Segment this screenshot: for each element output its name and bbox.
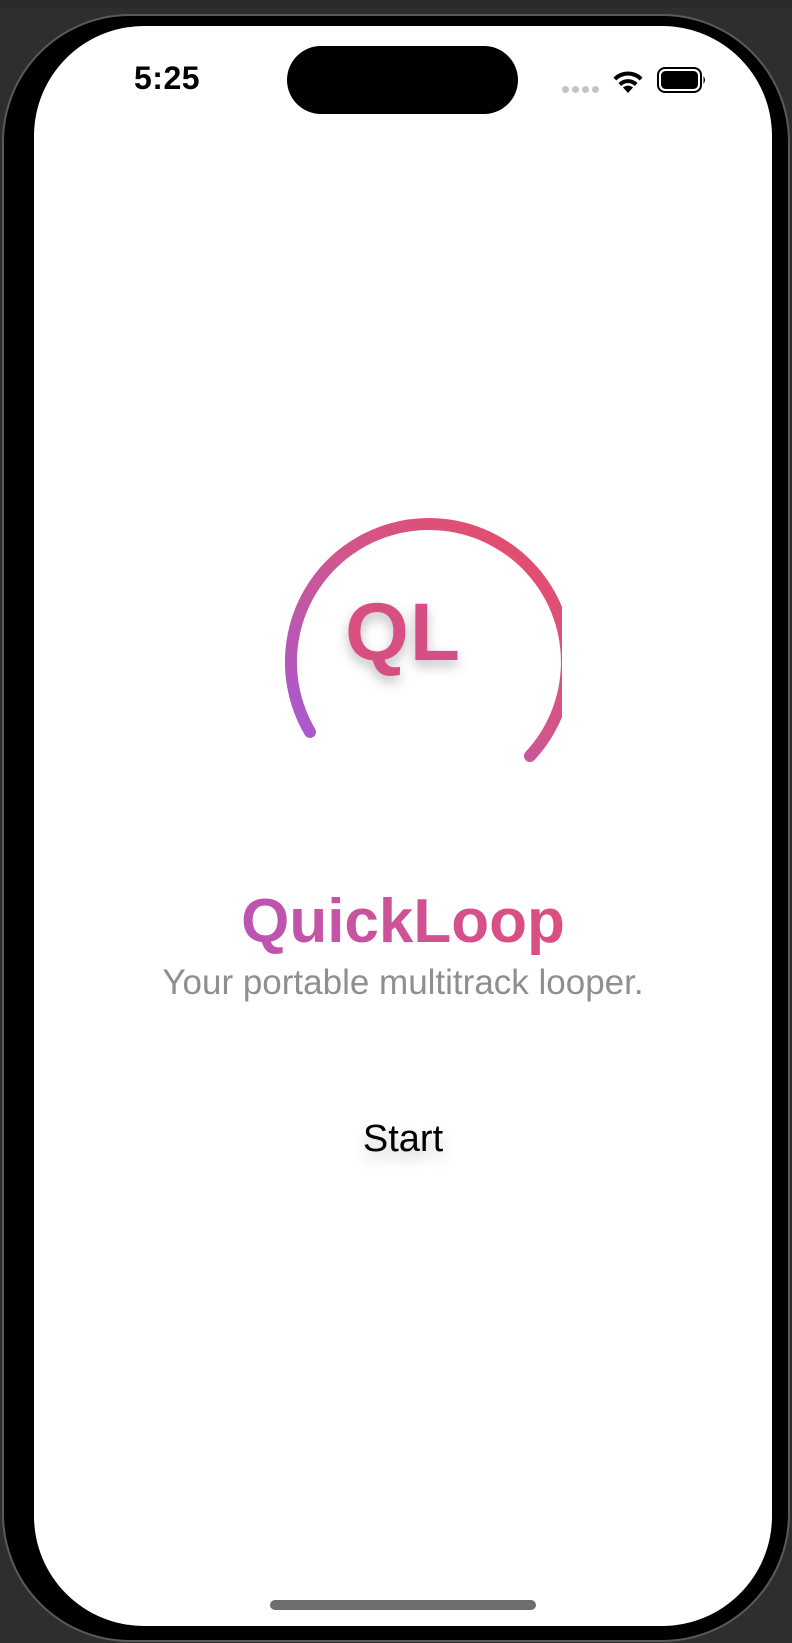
- wifi-icon: [613, 71, 643, 93]
- phone-bezel: 5:25 QL QuickLoop Your portable multitra…: [2, 14, 790, 1642]
- dynamic-island: [287, 46, 518, 114]
- cellular-signal-icon: [562, 86, 600, 94]
- start-button[interactable]: Start: [333, 1106, 473, 1172]
- app-title: QuickLoop: [34, 886, 772, 957]
- logo-monogram: QL: [34, 586, 772, 680]
- screen: 5:25 QL QuickLoop Your portable multitra…: [34, 26, 772, 1626]
- status-time: 5:25: [134, 60, 201, 96]
- app-subtitle: Your portable multitrack looper.: [162, 963, 644, 1002]
- battery-icon: [657, 67, 705, 93]
- device-frame: 5:25 QL QuickLoop Your portable multitra…: [0, 8, 792, 1643]
- home-indicator[interactable]: [270, 1600, 536, 1610]
- status-bar: 5:25: [34, 26, 772, 136]
